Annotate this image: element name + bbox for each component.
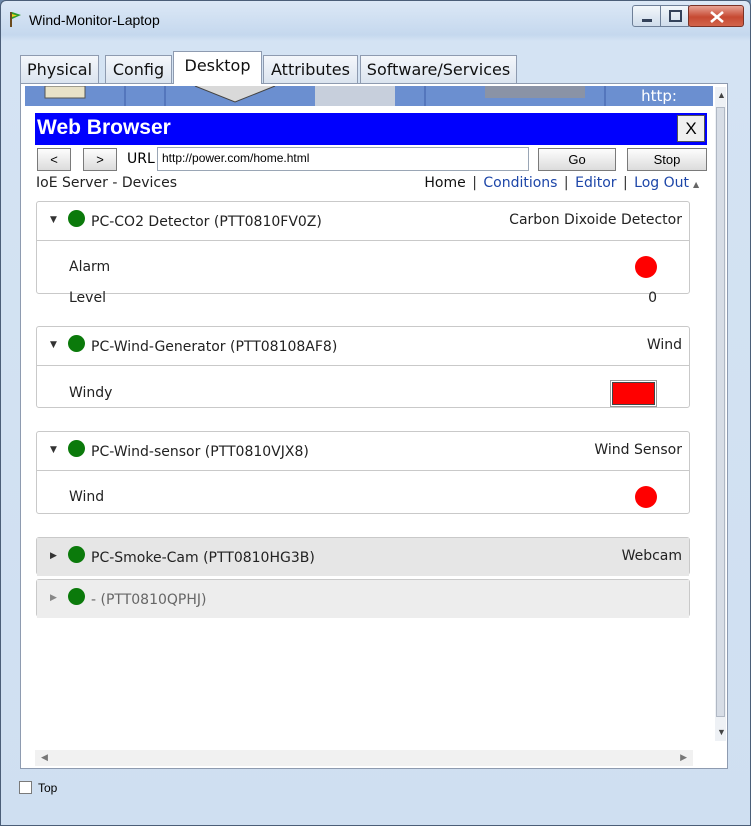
attribute-label-level: Level — [69, 290, 106, 306]
close-window-button[interactable] — [688, 5, 744, 27]
status-dot-icon — [68, 440, 85, 457]
go-button[interactable]: Go — [538, 148, 616, 171]
minimize-button[interactable] — [632, 5, 661, 27]
scroll-up-arrow-icon[interactable]: ▲ — [717, 90, 726, 100]
device-name: - (PTT0810QPHJ) — [91, 592, 207, 608]
status-dot-icon — [68, 546, 85, 563]
back-button[interactable]: < — [37, 148, 71, 171]
window-title: Wind-Monitor-Laptop — [29, 12, 160, 28]
attribute-label-alarm: Alarm — [69, 259, 111, 275]
device-type: Carbon Dixoide Detector — [509, 212, 682, 228]
editor-link[interactable]: Editor — [575, 175, 616, 191]
application-window: Wind-Monitor-Laptop Physical Config Desk… — [0, 0, 751, 826]
vertical-scrollbar[interactable]: ▲ ▼ — [715, 87, 726, 741]
web-browser-title: Web Browser — [37, 116, 171, 139]
tab-attributes[interactable]: Attributes — [263, 55, 358, 83]
close-icon — [710, 11, 724, 23]
server-label: IoE Server - Devices — [36, 175, 178, 191]
device-card-unnamed: ▶ - (PTT0810QPHJ) — [36, 579, 690, 618]
forward-button[interactable]: > — [83, 148, 117, 171]
scrollbar-thumb[interactable] — [716, 107, 725, 717]
expand-caret-icon[interactable]: ▼ — [50, 340, 57, 350]
device-name: PC-Wind-Generator (PTT08108AF8) — [91, 339, 338, 355]
background-url-text: http: — [641, 87, 677, 105]
device-card-wind-generator: ▼ PC-Wind-Generator (PTT08108AF8) Wind W… — [36, 326, 690, 408]
browser-viewport: IoE Server - Devices Home | Conditions |… — [35, 174, 707, 750]
desktop-background-art — [25, 86, 713, 106]
stop-button[interactable]: Stop — [627, 148, 707, 171]
inner-scroll-up-icon[interactable]: ▲ — [693, 180, 699, 189]
expand-caret-icon[interactable]: ▼ — [50, 445, 57, 455]
device-card-wind-sensor: ▼ PC-Wind-sensor (PTT0810VJX8) Wind Sens… — [36, 431, 690, 514]
top-checkbox-label: Top — [38, 781, 58, 795]
browser-toolbar: < > URL http://power.com/home.html Go St… — [35, 146, 707, 174]
scroll-left-arrow-icon[interactable]: ◀ — [41, 752, 48, 763]
collapse-caret-icon[interactable]: ▶ — [50, 551, 57, 561]
logout-link[interactable]: Log Out — [634, 175, 689, 191]
home-link[interactable]: Home — [424, 175, 465, 191]
alarm-indicator — [635, 256, 657, 278]
app-icon — [10, 12, 21, 27]
tab-desktop[interactable]: Desktop — [173, 51, 262, 84]
url-input[interactable]: http://power.com/home.html — [157, 147, 529, 171]
nav-separator: | — [563, 175, 569, 191]
status-dot-icon — [68, 335, 85, 352]
windy-indicator — [610, 380, 657, 407]
page-nav: Home | Conditions | Editor | Log Out — [424, 175, 689, 191]
status-dot-icon — [68, 210, 85, 227]
scroll-down-arrow-icon[interactable]: ▼ — [717, 727, 726, 737]
expand-caret-icon[interactable]: ▼ — [50, 215, 57, 225]
device-card-smoke-cam: ▶ PC-Smoke-Cam (PTT0810HG3B) Webcam — [36, 537, 690, 576]
conditions-link[interactable]: Conditions — [483, 175, 557, 191]
device-type: Wind — [646, 337, 682, 353]
attribute-value-level: 0 — [648, 290, 657, 306]
device-type: Wind Sensor — [594, 442, 682, 458]
device-card-co2-detector: ▼ PC-CO2 Detector (PTT0810FV0Z) Carbon D… — [36, 201, 690, 306]
collapse-caret-icon[interactable]: ▶ — [50, 593, 57, 603]
page-header: IoE Server - Devices Home | Conditions |… — [35, 174, 707, 196]
web-browser-header: Web Browser X — [35, 113, 707, 145]
maximize-button[interactable] — [660, 5, 689, 27]
device-name: PC-Wind-sensor (PTT0810VJX8) — [91, 444, 309, 460]
attribute-label-windy: Windy — [69, 385, 113, 401]
attribute-label-wind: Wind — [69, 489, 105, 505]
tab-software-services[interactable]: Software/Services — [360, 55, 517, 83]
device-name: PC-CO2 Detector (PTT0810FV0Z) — [91, 214, 322, 230]
horizontal-scrollbar[interactable]: ◀ ▶ — [35, 750, 693, 766]
status-dot-icon — [68, 588, 85, 605]
device-header[interactable]: ▼ PC-CO2 Detector (PTT0810FV0Z) Carbon D… — [37, 202, 689, 241]
tab-config[interactable]: Config — [105, 55, 172, 83]
nav-separator: | — [472, 175, 477, 191]
url-label: URL — [127, 151, 155, 167]
device-header[interactable]: ▶ PC-Smoke-Cam (PTT0810HG3B) Webcam — [37, 538, 689, 576]
wind-indicator — [635, 486, 657, 508]
device-type: Webcam — [621, 548, 682, 564]
device-header[interactable]: ▼ PC-Wind-Generator (PTT08108AF8) Wind — [37, 327, 689, 366]
desktop-background: http: — [25, 86, 713, 106]
device-header[interactable]: ▼ PC-Wind-sensor (PTT0810VJX8) Wind Sens… — [37, 432, 689, 471]
top-checkbox[interactable] — [19, 781, 32, 794]
browser-close-button[interactable]: X — [677, 115, 705, 142]
device-header[interactable]: ▶ - (PTT0810QPHJ) — [37, 580, 689, 618]
title-bar[interactable]: Wind-Monitor-Laptop — [1, 1, 750, 37]
desktop-panel: http: ▲ ▼ Web Browser X < > URL http://p… — [20, 83, 728, 769]
nav-separator: | — [622, 175, 628, 191]
device-name: PC-Smoke-Cam (PTT0810HG3B) — [91, 550, 315, 566]
scroll-right-arrow-icon[interactable]: ▶ — [680, 752, 687, 763]
tab-physical[interactable]: Physical — [20, 55, 99, 83]
